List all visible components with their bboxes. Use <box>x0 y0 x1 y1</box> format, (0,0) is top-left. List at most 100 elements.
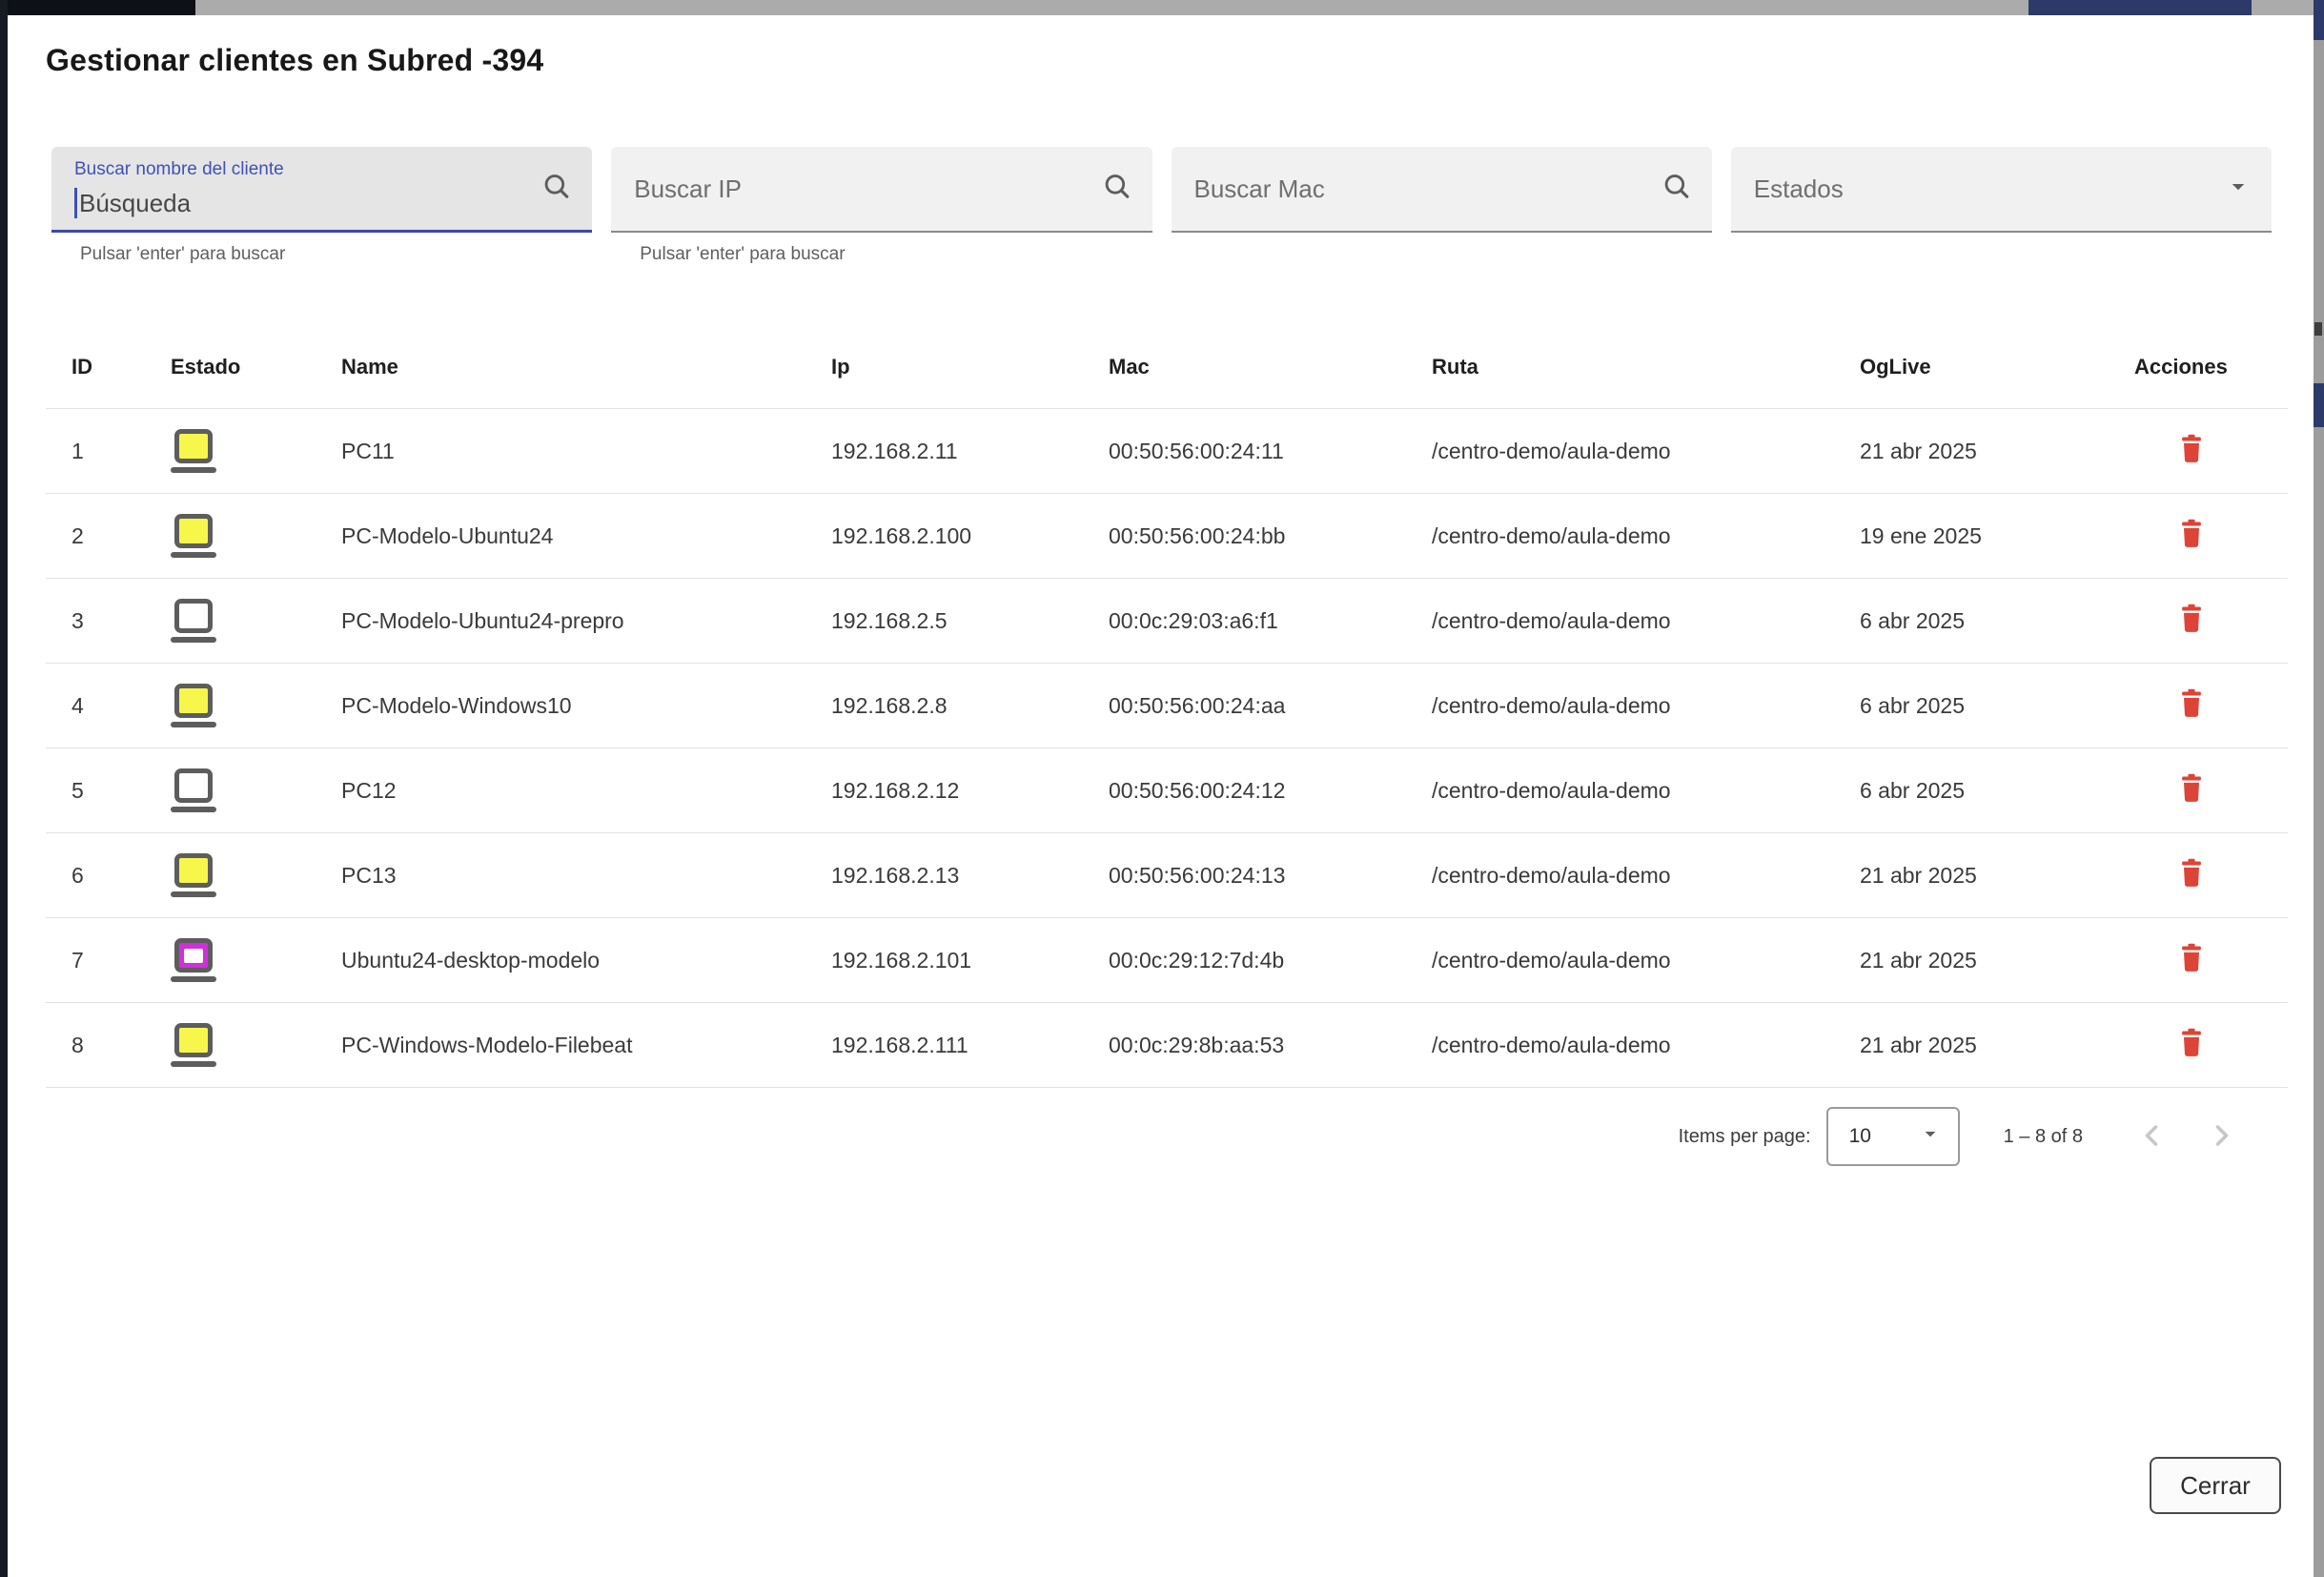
trash-icon <box>2176 1026 2207 1063</box>
column-header-ip: Ip <box>805 326 1083 409</box>
laptop-status-icon <box>171 514 216 558</box>
background-header-fragment <box>8 0 195 15</box>
delete-client-button[interactable] <box>2172 430 2211 472</box>
previous-page-button[interactable] <box>2125 1110 2178 1163</box>
delete-client-button[interactable] <box>2172 1024 2211 1066</box>
dialog-title: Gestionar clientes en Subred -394 <box>46 43 2314 78</box>
search-name-label: Buscar nombre del cliente <box>74 159 284 180</box>
cell-ip: 192.168.2.13 <box>805 833 1083 918</box>
cell-estado <box>145 664 316 748</box>
cell-ruta: /centro-demo/aula-demo <box>1406 494 1834 579</box>
estados-placeholder: Estados <box>1754 174 1844 204</box>
cell-name: PC-Modelo-Ubuntu24 <box>316 494 805 579</box>
cell-mac: 00:50:56:00:24:bb <box>1083 494 1406 579</box>
items-per-page-label: Items per page: <box>1679 1126 1811 1148</box>
cell-estado <box>145 833 316 918</box>
filters-bar: Buscar nombre del cliente Búsqueda Pulsa… <box>51 147 2272 265</box>
cell-ruta: /centro-demo/aula-demo <box>1406 664 1834 748</box>
items-per-page-value: 10 <box>1849 1125 1871 1148</box>
delete-client-button[interactable] <box>2172 769 2211 811</box>
search-mac-input[interactable]: Buscar Mac <box>1172 147 1712 233</box>
table-row: 7 Ubuntu24-desktop-modelo 192.168.2.101 … <box>46 918 2288 1003</box>
dropdown-caret-icon <box>2224 173 2253 206</box>
background-page-right-edge <box>2314 0 2324 1577</box>
cell-id: 8 <box>46 1003 145 1088</box>
cell-name: PC13 <box>316 833 805 918</box>
search-mac-filter: Buscar Mac <box>1172 147 1712 265</box>
search-mac-placeholder: Buscar Mac <box>1194 174 1325 204</box>
cell-estado <box>145 494 316 579</box>
delete-client-button[interactable] <box>2172 685 2211 727</box>
search-icon <box>540 170 573 207</box>
cell-id: 3 <box>46 579 145 664</box>
cell-oglive: 6 abr 2025 <box>1834 579 2109 664</box>
delete-client-button[interactable] <box>2172 600 2211 642</box>
cell-ip: 192.168.2.5 <box>805 579 1083 664</box>
cell-mac: 00:50:56:00:24:13 <box>1083 833 1406 918</box>
cell-ip: 192.168.2.101 <box>805 918 1083 1003</box>
trash-icon <box>2176 517 2207 554</box>
cell-mac: 00:50:56:00:24:12 <box>1083 748 1406 833</box>
cell-estado <box>145 1003 316 1088</box>
cell-name: PC12 <box>316 748 805 833</box>
cell-acciones <box>2109 409 2288 494</box>
laptop-status-icon <box>171 768 216 812</box>
delete-client-button[interactable] <box>2172 854 2211 896</box>
close-button[interactable]: Cerrar <box>2150 1457 2281 1514</box>
paginator: Items per page: 10 1 – 8 of 8 <box>8 1105 2249 1168</box>
clients-table: IDEstadoNameIpMacRutaOgLiveAcciones 1 PC… <box>46 326 2288 1088</box>
estados-select[interactable]: Estados <box>1731 147 2272 233</box>
items-per-page-select[interactable]: 10 <box>1826 1107 1960 1166</box>
cell-mac: 00:0c:29:12:7d:4b <box>1083 918 1406 1003</box>
trash-icon <box>2176 432 2207 469</box>
cell-mac: 00:0c:29:03:a6:f1 <box>1083 579 1406 664</box>
cell-mac: 00:50:56:00:24:aa <box>1083 664 1406 748</box>
cell-oglive: 21 abr 2025 <box>1834 918 2109 1003</box>
cell-name: PC-Windows-Modelo-Filebeat <box>316 1003 805 1088</box>
column-header-mac: Mac <box>1083 326 1406 409</box>
search-name-hint: Pulsar 'enter' para buscar <box>80 244 592 265</box>
cell-acciones <box>2109 664 2288 748</box>
cell-mac: 00:0c:29:8b:aa:53 <box>1083 1003 1406 1088</box>
cell-oglive: 21 abr 2025 <box>1834 833 2109 918</box>
background-navy-fragment <box>2314 383 2324 427</box>
trash-icon <box>2176 686 2207 724</box>
column-header-estado: Estado <box>145 326 316 409</box>
column-header-acciones: Acciones <box>2109 326 2288 409</box>
cell-estado <box>145 409 316 494</box>
search-name-filter: Buscar nombre del cliente Búsqueda Pulsa… <box>51 147 592 265</box>
cell-mac: 00:50:56:00:24:11 <box>1083 409 1406 494</box>
text-cursor <box>74 188 77 218</box>
cell-id: 7 <box>46 918 145 1003</box>
cell-id: 2 <box>46 494 145 579</box>
cell-name: PC-Modelo-Ubuntu24-prepro <box>316 579 805 664</box>
cell-ruta: /centro-demo/aula-demo <box>1406 1003 1834 1088</box>
search-icon <box>1101 171 1133 208</box>
chevron-right-icon <box>2205 1118 2239 1156</box>
delete-client-button[interactable] <box>2172 939 2211 981</box>
table-row: 8 PC-Windows-Modelo-Filebeat 192.168.2.1… <box>46 1003 2288 1088</box>
search-ip-input[interactable]: Buscar IP <box>611 147 1152 233</box>
table-body: 1 PC11 192.168.2.11 00:50:56:00:24:11 /c… <box>46 409 2288 1088</box>
cell-acciones <box>2109 1003 2288 1088</box>
trash-icon <box>2176 602 2207 639</box>
cell-name: Ubuntu24-desktop-modelo <box>316 918 805 1003</box>
search-name-input[interactable]: Buscar nombre del cliente Búsqueda <box>51 147 592 233</box>
estados-filter: Estados <box>1731 147 2272 265</box>
cell-ruta: /centro-demo/aula-demo <box>1406 409 1834 494</box>
cell-ruta: /centro-demo/aula-demo <box>1406 918 1834 1003</box>
background-page-left-edge <box>0 0 8 1577</box>
cell-estado <box>145 748 316 833</box>
next-page-button[interactable] <box>2195 1110 2249 1163</box>
laptop-status-icon <box>171 599 216 643</box>
cell-acciones <box>2109 748 2288 833</box>
cell-name: PC-Modelo-Windows10 <box>316 664 805 748</box>
table-row: 4 PC-Modelo-Windows10 192.168.2.8 00:50:… <box>46 664 2288 748</box>
delete-client-button[interactable] <box>2172 515 2211 557</box>
cell-oglive: 21 abr 2025 <box>1834 1003 2109 1088</box>
cell-estado <box>145 918 316 1003</box>
cell-estado <box>145 579 316 664</box>
cell-ip: 192.168.2.111 <box>805 1003 1083 1088</box>
table-row: 6 PC13 192.168.2.13 00:50:56:00:24:13 /c… <box>46 833 2288 918</box>
trash-icon <box>2176 771 2207 809</box>
